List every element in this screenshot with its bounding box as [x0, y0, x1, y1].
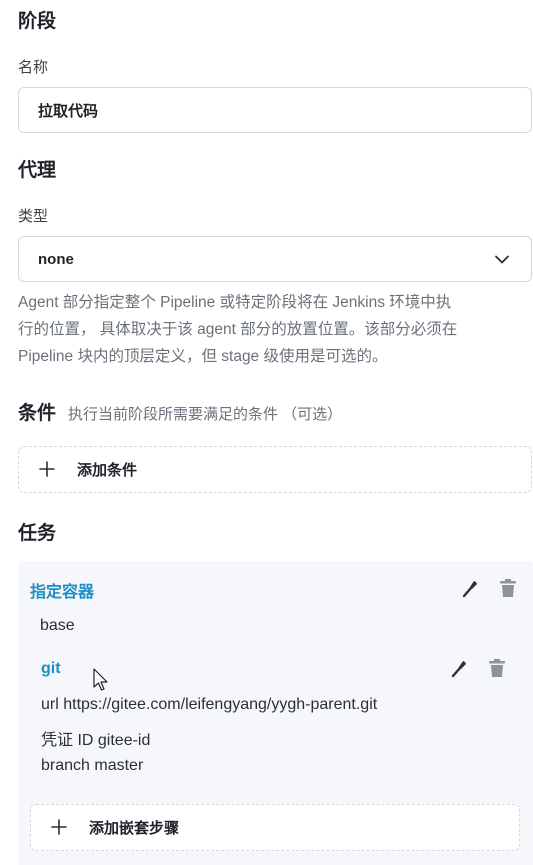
conditions-heading: 条件 [18, 403, 57, 424]
plus-icon [51, 816, 67, 840]
add-condition-button[interactable]: 添加条件 [18, 446, 532, 493]
add-condition-label: 添加条件 [77, 462, 138, 479]
agent-heading: 代理 [18, 160, 57, 181]
trash-icon[interactable] [487, 657, 507, 679]
stage-heading: 阶段 [18, 11, 57, 32]
chevron-down-icon [495, 252, 509, 266]
container-step-title[interactable]: 指定容器 [30, 578, 94, 602]
plus-icon [39, 458, 55, 482]
stage-name-label: 名称 [18, 59, 49, 76]
conditions-hint: 执行当前阶段所需要满足的条件 （可选） [68, 406, 343, 423]
agent-description: Agent 部分指定整个 Pipeline 或特定阶段将在 Jenkins 环境… [18, 289, 533, 370]
agent-type-label: 类型 [18, 208, 49, 225]
agent-description-line: Pipeline 块内的顶层定义，但 stage 级使用是可选的。 [18, 348, 388, 365]
wrench-icon[interactable] [449, 657, 469, 679]
stage-name-value: 拉取代码 [38, 102, 99, 120]
add-nested-step-button[interactable]: 添加嵌套步骤 [30, 804, 520, 851]
add-nested-step-label: 添加嵌套步骤 [89, 820, 180, 837]
trash-icon[interactable] [498, 577, 518, 599]
git-credential-line: 凭证 ID gitee-id [41, 732, 151, 749]
container-name: base [40, 617, 75, 634]
stage-name-input[interactable]: 拉取代码 [18, 87, 532, 133]
git-url-line: url https://gitee.com/leifengyang/yygh-p… [41, 696, 378, 713]
agent-description-line: Agent 部分指定整个 Pipeline 或特定阶段将在 Jenkins 环境… [18, 294, 452, 311]
agent-type-select[interactable]: none [18, 236, 532, 282]
tasks-heading: 任务 [18, 523, 57, 544]
wrench-icon[interactable] [460, 577, 480, 599]
git-step-title[interactable]: git [41, 660, 61, 678]
git-branch-line: branch master [41, 757, 144, 774]
conditions-header: 条件 执行当前阶段所需要满足的条件 （可选） [18, 398, 342, 425]
agent-description-line: 行的位置， 具体取决于该 agent 部分的放置位置。该部分必须在 [18, 321, 458, 338]
agent-type-value: none [38, 250, 74, 268]
mouse-pointer-icon [93, 668, 109, 697]
